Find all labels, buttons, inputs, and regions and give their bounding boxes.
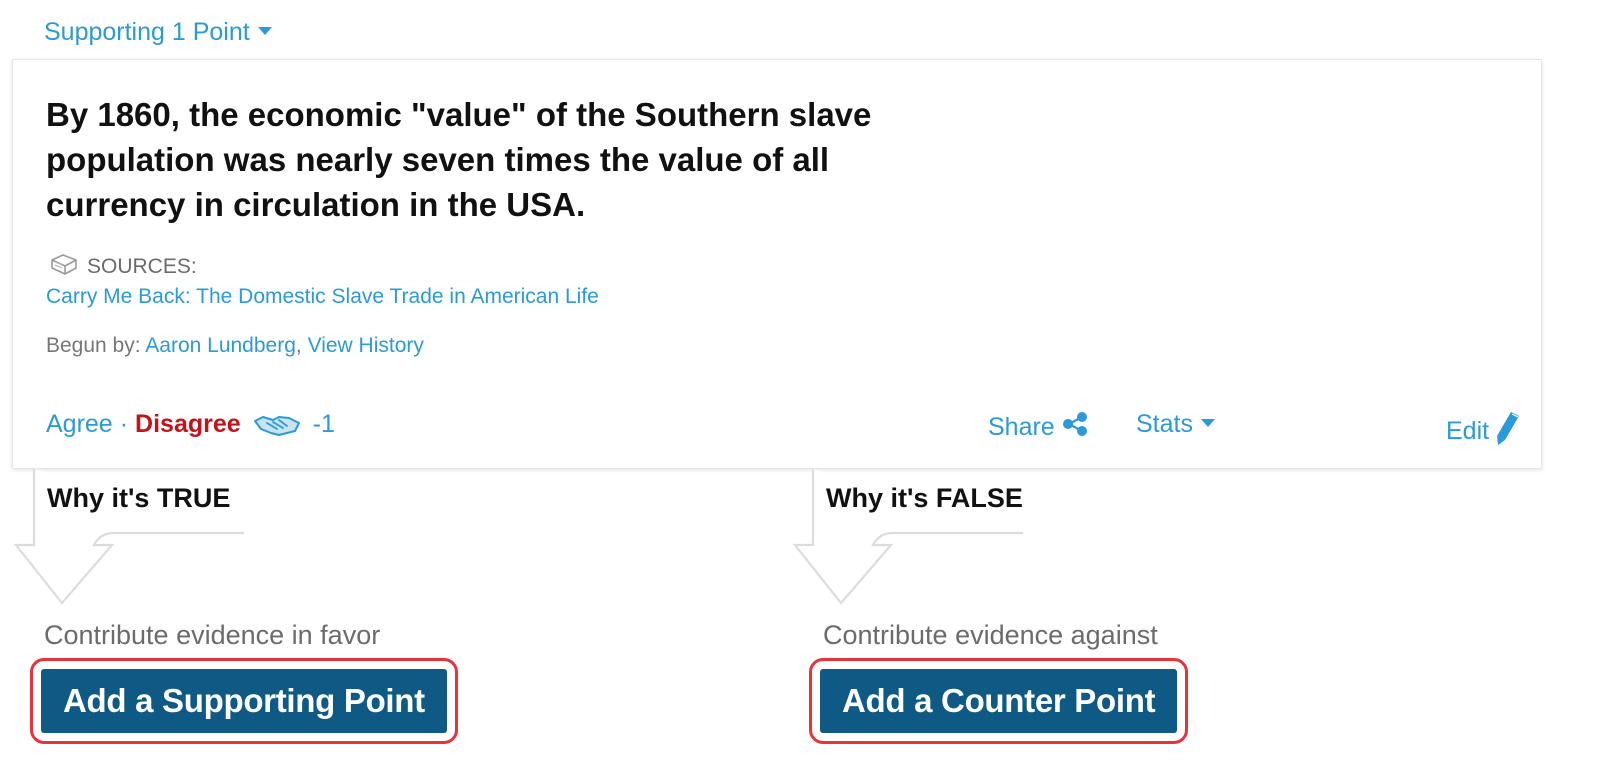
separator-dot: · <box>119 410 129 438</box>
false-column: Why it's FALSE Contribute evidence again… <box>793 469 1273 780</box>
edit-button[interactable]: Edit <box>1446 410 1521 453</box>
claim-card: By 1860, the economic "value" of the Sou… <box>12 59 1542 469</box>
edit-label: Edit <box>1446 417 1490 445</box>
true-column-title: Why it's TRUE <box>47 483 231 513</box>
share-label: Share <box>988 413 1055 441</box>
highlight-frame: Add a Counter Point <box>809 658 1189 744</box>
pencil-icon <box>1489 410 1521 453</box>
sources-label: SOURCES: <box>87 254 197 278</box>
vote-row: Agree · Disagree -1 <box>46 410 335 439</box>
sources-header: SOURCES: <box>49 250 197 283</box>
contribute-against-text: Contribute evidence against <box>823 620 1158 650</box>
agree-link[interactable]: Agree <box>46 410 113 439</box>
stats-label: Stats <box>1136 410 1193 438</box>
true-column: Why it's TRUE Contribute evidence in fav… <box>14 469 494 780</box>
view-history-link[interactable]: View History <box>308 334 424 357</box>
book-icon <box>49 250 79 283</box>
begun-by-row: Begun by: Aaron Lundberg, View History <box>46 334 424 358</box>
begun-separator: , <box>295 334 302 357</box>
supporting-points-dropdown[interactable]: Supporting 1 Point <box>44 18 272 47</box>
source-link[interactable]: Carry Me Back: The Domestic Slave Trade … <box>46 285 599 309</box>
stats-dropdown[interactable]: Stats <box>1136 410 1215 439</box>
disagree-link[interactable]: Disagree <box>135 410 241 439</box>
share-button[interactable]: Share <box>988 410 1089 445</box>
handshake-icon <box>253 411 301 439</box>
chevron-down-icon <box>257 27 272 36</box>
false-column-title: Why it's FALSE <box>826 483 1023 513</box>
begun-by-prefix: Begun by: <box>46 334 141 357</box>
author-link[interactable]: Aaron Lundberg <box>145 334 296 357</box>
contribute-favor-text: Contribute evidence in favor <box>44 620 381 650</box>
share-icon <box>1055 410 1089 445</box>
vote-score: -1 <box>312 410 335 438</box>
claim-text: By 1860, the economic "value" of the Sou… <box>46 96 872 223</box>
supporting-points-label: Supporting 1 Point <box>44 18 250 46</box>
add-counter-point-button[interactable]: Add a Counter Point <box>820 669 1178 733</box>
highlight-frame: Add a Supporting Point <box>30 658 458 744</box>
chevron-down-icon <box>1200 419 1215 428</box>
add-supporting-point-button[interactable]: Add a Supporting Point <box>41 669 447 733</box>
